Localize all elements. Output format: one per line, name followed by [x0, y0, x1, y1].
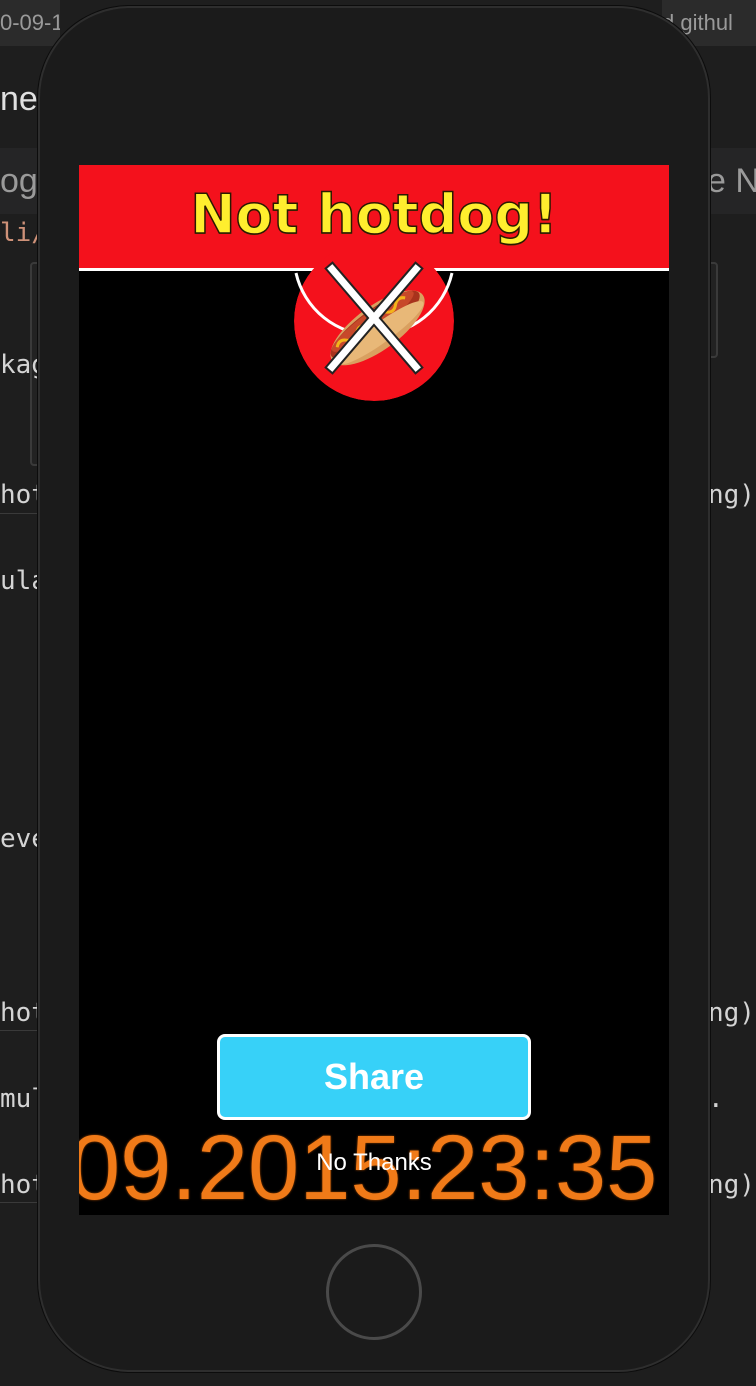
background-tab-left[interactable]: 0-09-1 — [0, 0, 60, 46]
no-thanks-button[interactable]: No Thanks — [79, 1149, 669, 1177]
background-underline-3 — [0, 1202, 38, 1203]
result-title: Not hotdog! — [190, 182, 559, 247]
share-button[interactable]: Share — [217, 1034, 531, 1120]
background-code-right-2: ng) — [708, 998, 755, 1028]
background-window-title: ne — [0, 80, 38, 118]
background-underline-2 — [0, 1030, 38, 1031]
background-tab-left-label: 0-09-1 — [0, 10, 60, 35]
background-code-right-4: ng) — [708, 1170, 755, 1200]
background-code-right-3: . — [708, 1084, 724, 1114]
home-button[interactable] — [326, 1244, 422, 1340]
background-code-right-1: ng) — [708, 480, 755, 510]
phone-screen: Not hotdog! 09.2015:23:35 Share No Thank… — [79, 165, 669, 1215]
background-underline-1 — [0, 513, 38, 514]
hotdog-crossed-icon — [294, 251, 454, 401]
background-tab2-left[interactable]: og — [0, 162, 38, 201]
